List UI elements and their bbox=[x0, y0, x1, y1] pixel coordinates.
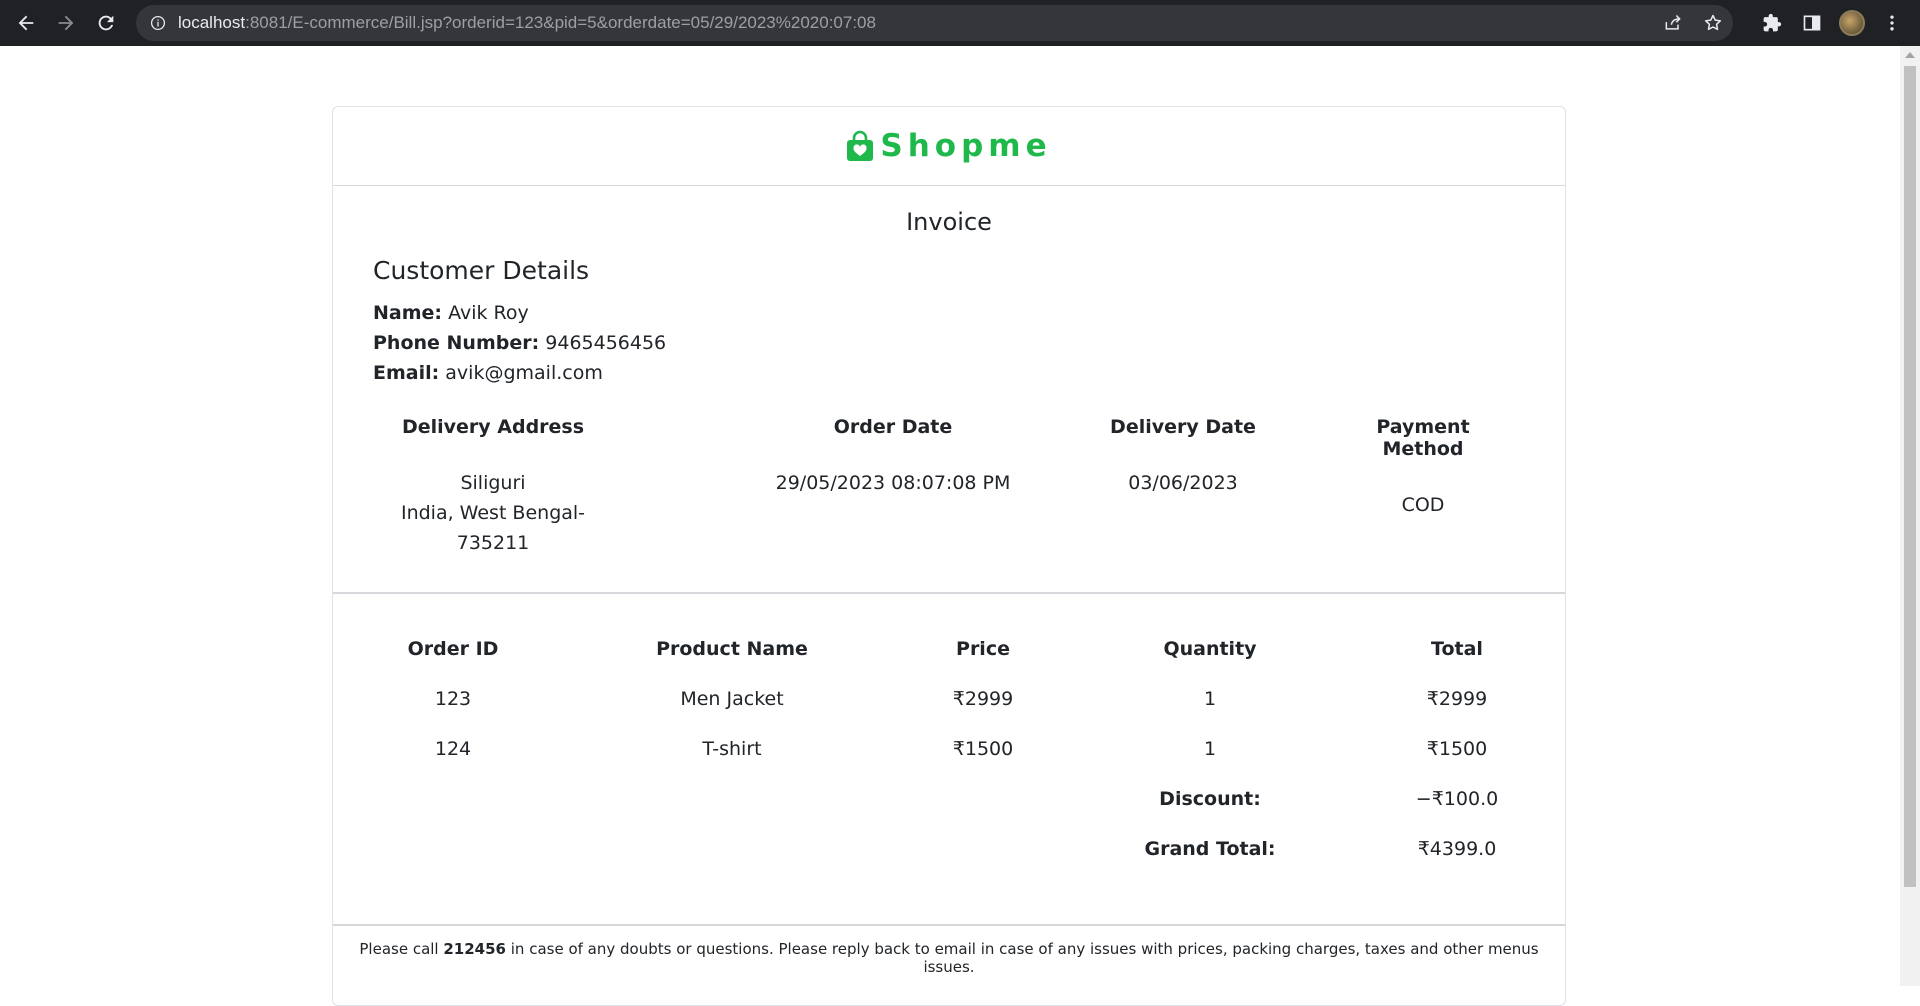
th-quantity: Quantity bbox=[1163, 638, 1257, 660]
customer-name-line: Name: Avik Roy bbox=[373, 302, 529, 324]
delivery-date-header: Delivery Date bbox=[1110, 416, 1256, 438]
avatar bbox=[1839, 10, 1865, 36]
page-scrollbar[interactable] bbox=[1900, 46, 1920, 986]
back-button[interactable] bbox=[6, 0, 46, 46]
bookmark-star-icon[interactable] bbox=[1693, 5, 1733, 41]
footer-note: Please call 212456 in case of any doubts… bbox=[333, 940, 1565, 976]
footer-text-post: in case of any doubts or questions. Plea… bbox=[506, 940, 1539, 976]
row2-product-name: T-shirt bbox=[702, 738, 762, 760]
delivery-address-value: Siliguri India, West Bengal- 735211 bbox=[373, 468, 613, 558]
th-price: Price bbox=[956, 638, 1010, 660]
delivery-date-column: Delivery Date 03/06/2023 bbox=[1093, 416, 1273, 498]
customer-email-line: Email: avik@gmail.com bbox=[373, 362, 603, 384]
payment-method-value: COD bbox=[1401, 494, 1445, 516]
th-product-name: Product Name bbox=[656, 638, 808, 660]
brand-logo[interactable]: Shopme bbox=[846, 128, 1051, 164]
share-icon[interactable] bbox=[1653, 5, 1693, 41]
invoice-card: Shopme Invoice Customer Details Name: Av… bbox=[332, 106, 1566, 1006]
shopping-bag-icon bbox=[847, 130, 874, 161]
payment-method-header: Payment Method bbox=[1376, 416, 1470, 460]
browser-toolbar: localhost:8081/E-commerce/Bill.jsp?order… bbox=[0, 0, 1920, 46]
delivery-address-column: Delivery Address Siliguri India, West Be… bbox=[373, 416, 613, 558]
row1-product-name: Men Jacket bbox=[680, 688, 784, 710]
address-line1: Siliguri bbox=[460, 472, 526, 494]
order-items-section: Order ID Product Name Price Quantity Tot… bbox=[333, 594, 1565, 926]
menu-kebab-icon[interactable] bbox=[1872, 0, 1912, 46]
reload-icon bbox=[98, 15, 114, 31]
address-bar[interactable]: localhost:8081/E-commerce/Bill.jsp?order… bbox=[136, 5, 1733, 41]
customer-phone: 9465456456 bbox=[545, 332, 667, 354]
side-panel-icon[interactable] bbox=[1792, 0, 1832, 46]
row1-total: ₹2999 bbox=[1426, 688, 1488, 710]
row2-quantity: 1 bbox=[1203, 738, 1217, 760]
order-date-header: Order Date bbox=[833, 416, 953, 438]
th-total: Total bbox=[1431, 638, 1483, 660]
customer-section: Invoice Customer Details Name: Avik Roy … bbox=[333, 186, 1565, 594]
th-order-id: Order ID bbox=[407, 638, 499, 660]
scrollbar-thumb[interactable] bbox=[1904, 66, 1916, 887]
back-arrow-icon bbox=[18, 15, 34, 31]
scroll-up-arrow-icon[interactable] bbox=[1905, 52, 1915, 58]
forward-arrow-icon bbox=[58, 15, 74, 31]
profile-avatar[interactable] bbox=[1832, 0, 1872, 46]
order-date-value: 29/05/2023 08:07:08 PM bbox=[775, 472, 1011, 494]
row1-quantity: 1 bbox=[1203, 688, 1217, 710]
customer-phone-line: Phone Number: 9465456456 bbox=[373, 332, 666, 354]
row1-order-id: 123 bbox=[434, 688, 472, 710]
discount-label: Discount: bbox=[1159, 788, 1261, 810]
row2-order-id: 124 bbox=[434, 738, 472, 760]
row2-price: ₹1500 bbox=[952, 738, 1014, 760]
site-info-icon[interactable] bbox=[148, 13, 168, 33]
footer-text-pre: Please call bbox=[359, 940, 444, 958]
delivery-date-value: 03/06/2023 bbox=[1128, 472, 1238, 494]
footer-phone: 212456 bbox=[443, 940, 506, 958]
customer-name: Avik Roy bbox=[448, 302, 529, 324]
url-host: localhost bbox=[178, 13, 246, 32]
customer-details-heading: Customer Details bbox=[373, 256, 590, 285]
url-path: :8081/E-commerce/Bill.jsp?orderid=123&pi… bbox=[245, 13, 876, 32]
email-label: Email: bbox=[373, 362, 440, 384]
customer-email: avik@gmail.com bbox=[445, 362, 603, 384]
discount-value: −₹100.0 bbox=[1415, 788, 1499, 810]
payment-method-column: Payment Method COD bbox=[1333, 416, 1513, 520]
delivery-address-header: Delivery Address bbox=[401, 416, 585, 438]
reload-button[interactable] bbox=[86, 0, 126, 46]
row2-total: ₹1500 bbox=[1426, 738, 1488, 760]
name-label: Name: bbox=[373, 302, 443, 324]
address-line2: India, West Bengal- 735211 bbox=[400, 502, 586, 554]
row1-price: ₹2999 bbox=[952, 688, 1014, 710]
extensions-puzzle-icon[interactable] bbox=[1752, 0, 1792, 46]
grand-total-value: ₹4399.0 bbox=[1417, 838, 1497, 860]
grand-total-label: Grand Total: bbox=[1144, 838, 1276, 860]
card-header: Shopme bbox=[333, 107, 1565, 186]
forward-button[interactable] bbox=[46, 0, 86, 46]
phone-label: Phone Number: bbox=[373, 332, 540, 354]
order-date-column: Order Date 29/05/2023 08:07:08 PM bbox=[763, 416, 1023, 498]
invoice-title: Invoice bbox=[906, 208, 992, 236]
url-text: localhost:8081/E-commerce/Bill.jsp?order… bbox=[178, 13, 876, 33]
brand-name: Shopme bbox=[880, 128, 1052, 164]
